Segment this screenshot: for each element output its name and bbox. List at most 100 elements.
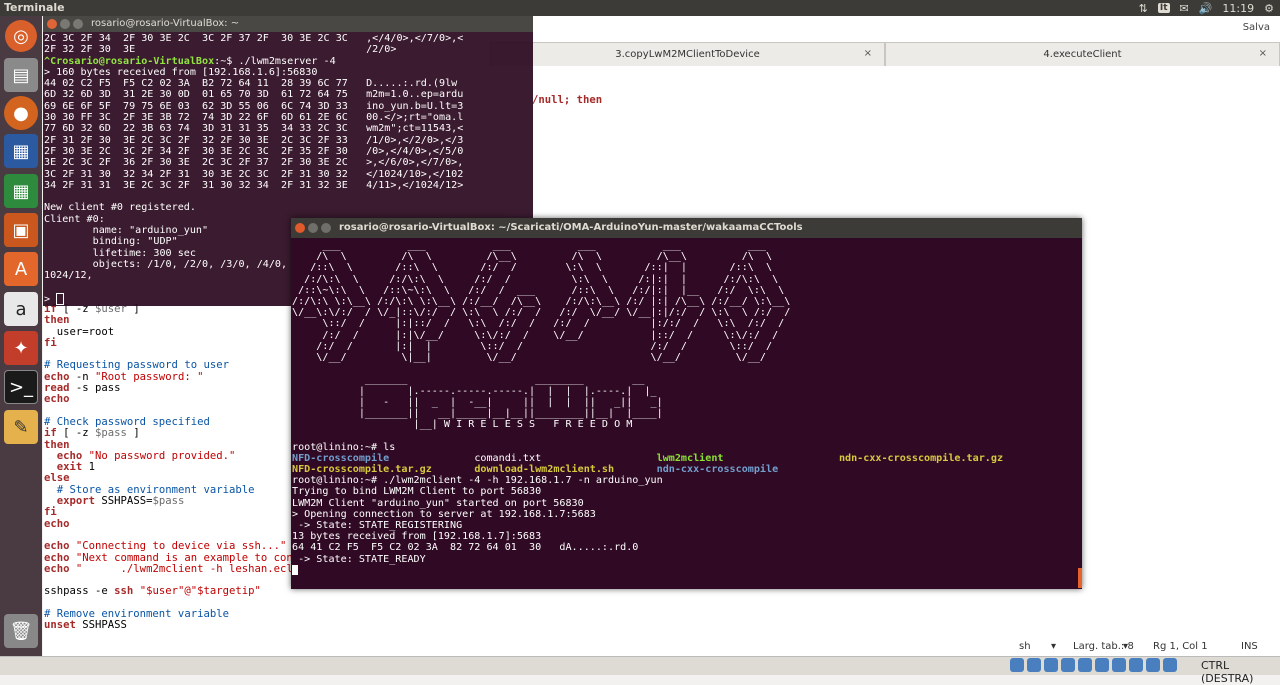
shared-folder-icon[interactable] [1078, 658, 1092, 672]
writer-icon[interactable]: ▦ [4, 134, 38, 168]
terminal-line: 64 41 C2 F5 F5 C2 02 3A 82 72 64 01 30 d… [292, 542, 639, 554]
maximize-icon[interactable] [73, 19, 83, 29]
code-token: echo [56, 449, 83, 462]
volume-icon[interactable]: 🔊 [1199, 2, 1213, 15]
code-text: /null; then [532, 94, 603, 106]
terminal-line: 44 02 C2 F5 F5 C2 02 3A B2 72 64 11 28 3… [44, 78, 458, 90]
code-token: "Next command is an example to conne [75, 551, 306, 564]
impress-icon[interactable]: ▣ [4, 213, 38, 247]
terminal-line: 2C 3C 2F 34 2F 30 3E 2C 3C 2F 37 2F 30 3… [44, 33, 464, 44]
device-icons [1010, 658, 1177, 672]
code-token: echo [44, 551, 70, 564]
top-panel: Terminale ⇅ It ✉ 🔊 11:19 ⚙ [0, 0, 1280, 16]
clock[interactable]: 11:19 [1222, 2, 1254, 15]
code-token: sshpass -e [44, 585, 115, 598]
code-token: SSHPASS [75, 619, 127, 632]
code-token: "$user"@"$targetip" [139, 585, 261, 598]
terminal-cursor [56, 292, 65, 305]
scrollbar[interactable] [1078, 568, 1082, 588]
minimize-icon[interactable] [60, 19, 70, 29]
code-token: unset [44, 619, 76, 632]
editor-status-bar: sh ▾ Larg. tab.: 8 ▾ Rg 1, Col 1 INS [43, 638, 1280, 658]
terminal-output: ___ ___ ___ ___ ___ ___ /\ \ /\ \ /\__\ … [292, 240, 1003, 576]
banner-line: |_______|| __|_____|__|__||________||__|… [358, 408, 663, 420]
software-center-icon[interactable]: A [4, 252, 38, 286]
save-button[interactable]: Salva [1243, 22, 1270, 33]
language-chevron-icon[interactable]: ▾ [1051, 641, 1056, 652]
banner-line: | - || _ | -__| || | | || _|| _| [358, 396, 663, 408]
code-token: -n [69, 370, 96, 383]
keyboard-layout-indicator[interactable]: It [1157, 3, 1170, 13]
ubuntu-dash-icon[interactable]: ◎ [5, 20, 37, 52]
terminal-line: 3E 2C 3C 2F 36 2F 30 3E 2C 3C 2F 37 2F 3… [44, 157, 464, 169]
power-icon[interactable]: ⚙ [1264, 2, 1274, 15]
code-token: echo [44, 562, 70, 575]
root-prompt: root@linino:~# [292, 441, 384, 453]
audio-icon[interactable] [1044, 658, 1058, 672]
video-capture-icon[interactable] [1129, 658, 1143, 672]
terminal-line: Client #0: [44, 213, 105, 225]
terminal-line: 2F 31 2F 30 3E 2C 3C 2F 32 2F 30 3E 2C 3… [44, 134, 464, 146]
terminal-line: -> State: STATE_REGISTERING [298, 520, 463, 532]
code-token: # Check password specified [44, 415, 210, 428]
prompt-command: :~$ ./lwm2mserver -4 [214, 55, 336, 67]
banner-line: |__| W I R E L E S S F R E E D O M [413, 419, 633, 431]
terminal-line: Trying to bind LWM2M Client to port 5683… [292, 486, 542, 498]
tab-execute-client[interactable]: 4.executeClient × [885, 42, 1280, 66]
network-icon[interactable]: ⇅ [1139, 2, 1148, 15]
code-token: then [44, 314, 70, 327]
terminal-line: -> State: STATE_READY [298, 553, 426, 565]
files-icon[interactable]: ▤ [4, 58, 38, 92]
terminal-line: LWM2M Client "arduino_yun" started on po… [292, 497, 584, 509]
close-icon[interactable]: × [1259, 48, 1267, 59]
tab-label: 4.executeClient [1043, 49, 1122, 60]
code-token: 1 [88, 461, 96, 474]
amazon-icon[interactable]: a [4, 292, 38, 326]
usb-icon[interactable] [1061, 658, 1075, 672]
code-editor-area[interactable]: if [ -z $user ] then user=root fi # Requ… [44, 303, 306, 632]
window-titlebar[interactable]: rosario@rosario-VirtualBox: ~/Scaricati/… [291, 218, 1082, 238]
network-adapter-icon[interactable] [1112, 658, 1126, 672]
hdd-icon[interactable] [1010, 658, 1024, 672]
client-terminal-window[interactable]: rosario@rosario-VirtualBox: ~/Scaricati/… [291, 218, 1082, 589]
mail-icon[interactable]: ✉ [1180, 2, 1189, 15]
terminal-line: 1024/12, [44, 270, 93, 282]
calc-icon[interactable]: ▦ [4, 174, 38, 208]
editor-tab-bar: 3.copyLwM2MClientToDevice × 4.executeCli… [490, 42, 1280, 66]
terminal-icon[interactable]: >_ [4, 370, 38, 404]
code-token: echo [44, 370, 70, 383]
code-token: exit [56, 461, 83, 474]
ls-item: ndn-cxx-crosscompile [656, 464, 779, 476]
trash-icon[interactable]: 🗑 [4, 614, 38, 648]
banner-line: \::/ / |:|::/ / \:\ /:/ / /:/ / |:/:/ / … [322, 318, 785, 330]
optical-drive-icon[interactable] [1027, 658, 1041, 672]
settings-icon[interactable]: ✦ [4, 331, 38, 365]
terminal-line: 3C 2F 31 30 32 34 2F 31 30 3E 2C 3C 2F 3… [44, 168, 464, 180]
tab-copy-client[interactable]: 3.copyLwM2MClientToDevice × [490, 42, 885, 66]
banner-line: | |.-----.-----.-----.| | | |.----.| |_ [358, 385, 657, 397]
host-arrow-icon[interactable] [1163, 658, 1177, 672]
tab-width-chevron-icon[interactable]: ▾ [1123, 641, 1128, 652]
language-selector[interactable]: sh [1019, 641, 1031, 652]
command: ./lwm2mclient -4 -h 192.168.1.7 -n ardui… [383, 475, 663, 487]
code-token: if [44, 427, 57, 440]
minimize-icon[interactable] [308, 223, 318, 233]
close-icon[interactable] [47, 19, 57, 29]
display-icon[interactable] [1095, 658, 1109, 672]
mouse-integration-icon[interactable] [1146, 658, 1160, 672]
code-line-fragment[interactable]: /null; then [532, 94, 602, 106]
close-icon[interactable]: × [864, 48, 872, 59]
firefox-icon[interactable]: ● [4, 96, 38, 130]
system-tray: ⇅ It ✉ 🔊 11:19 ⚙ [1139, 0, 1274, 16]
text-editor-icon[interactable]: ✎ [4, 410, 38, 444]
tab-label: 3.copyLwM2MClientToDevice [615, 49, 760, 60]
code-token: "No password provided." [88, 449, 236, 462]
terminal-line: > Opening connection to server at 192.16… [292, 508, 596, 520]
banner-line: /::\ \ /::\ \ /:/ / \:\ \ /::| | /::\ \ [310, 262, 773, 274]
code-token: # Remove environment variable [44, 608, 229, 621]
maximize-icon[interactable] [321, 223, 331, 233]
window-titlebar[interactable]: rosario@rosario-VirtualBox: ~ [43, 16, 533, 32]
banner-line: \/__/ \|__| \/__/ \/__/ \/__/ [316, 352, 767, 364]
close-icon[interactable] [295, 223, 305, 233]
